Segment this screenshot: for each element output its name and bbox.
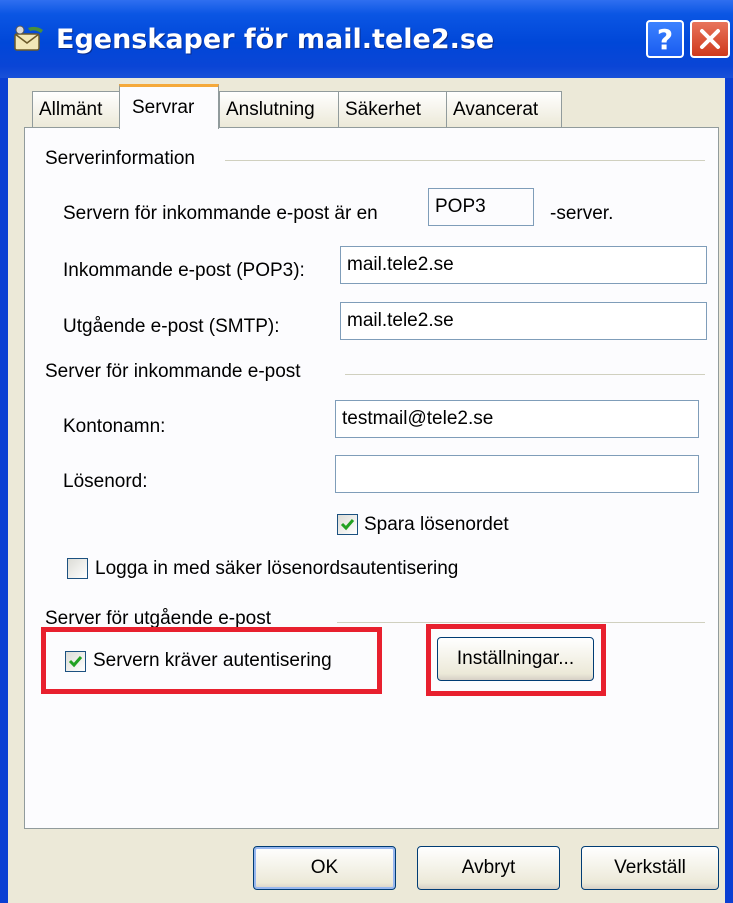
ok-button[interactable]: OK [253,846,396,890]
password-label: Lösenord: [63,471,148,492]
tab-allmant[interactable]: Allmänt [32,91,121,127]
save-password-label: Spara lösenordet [364,514,509,535]
incoming-group-heading: Server för inkommande e-post [45,361,309,383]
dialog-body: Allmänt Servrar Anslutning Säkerhet Avan… [8,78,725,903]
tab-servrar[interactable]: Servrar [119,84,219,129]
outgoing-server-input[interactable]: mail.tele2.se [340,302,707,340]
cancel-button[interactable]: Avbryt [417,846,560,890]
mail-account-icon [12,24,46,54]
tab-anslutning[interactable]: Anslutning [219,91,340,127]
apply-button[interactable]: Verkställ [581,846,719,890]
server-suffix-label: -server. [550,203,614,224]
window-title: Egenskaper för mail.tele2.se [56,24,495,55]
outgoing-server-label: Utgående e-post (SMTP): [63,316,280,337]
incoming-type-label: Servern för inkommande e-post är en [63,203,378,224]
highlight-box [41,627,382,694]
checkmark-icon [340,519,355,531]
help-button[interactable]: ? [646,20,684,58]
incoming-server-label: Inkommande e-post (POP3): [63,260,305,281]
account-name-input[interactable]: testmail@tele2.se [335,400,699,438]
properties-dialog: Egenskaper för mail.tele2.se ? Allmänt S… [0,0,733,903]
title-bar[interactable]: Egenskaper för mail.tele2.se ? [0,0,733,78]
servers-tab-panel: Serverinformation Servern för inkommande… [24,127,719,829]
secure-login-checkbox[interactable] [67,558,88,579]
tab-sakerhet[interactable]: Säkerhet [338,91,447,127]
incoming-server-input[interactable]: mail.tele2.se [340,246,707,284]
server-type-field: POP3 [428,188,534,226]
highlight-box [426,624,606,696]
secure-login-label: Logga in med säker lösenordsautentiserin… [95,558,459,579]
tab-avancerat[interactable]: Avancerat [446,91,562,127]
group-divider [337,622,705,623]
close-icon [700,29,720,49]
server-info-heading: Serverinformation [45,148,203,170]
account-name-label: Kontonamn: [63,416,166,437]
password-input[interactable] [335,455,699,493]
close-button[interactable] [690,20,730,58]
save-password-checkbox[interactable] [337,514,358,535]
group-divider [225,160,705,161]
group-divider [345,374,705,375]
